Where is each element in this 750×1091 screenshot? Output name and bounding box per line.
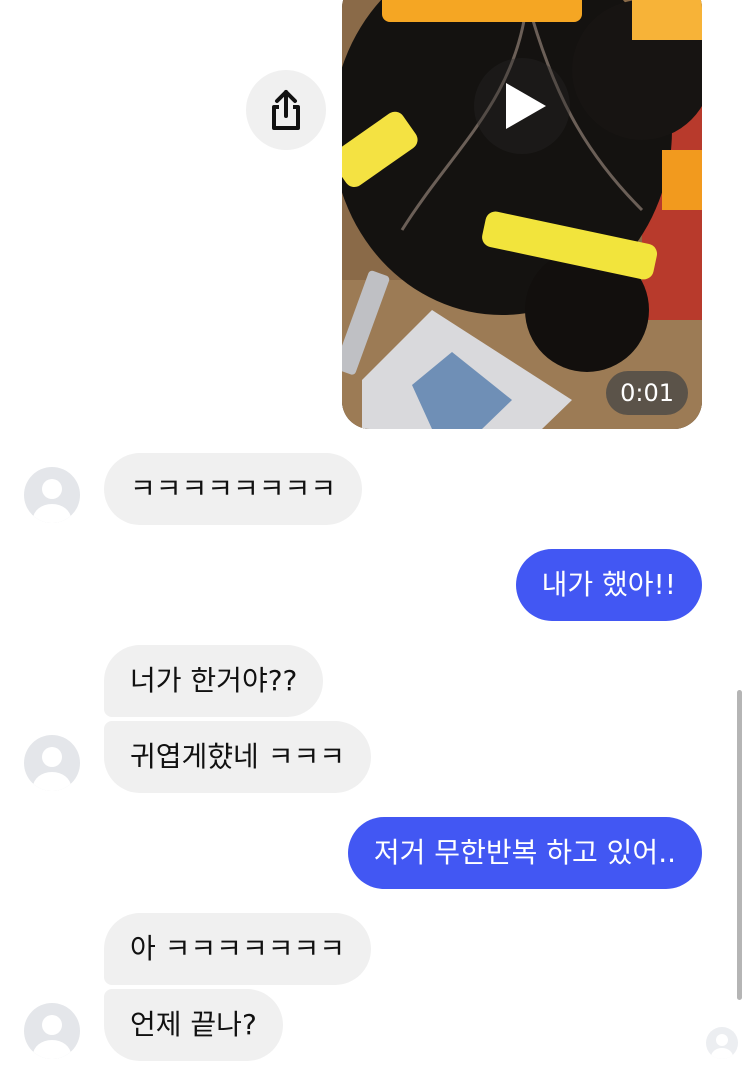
incoming-message[interactable]: 너가 한거야??: [104, 645, 324, 717]
video-message[interactable]: 0:01: [342, 0, 702, 429]
outgoing-message[interactable]: 내가 했아!!: [515, 549, 702, 621]
user-placeholder-icon: [33, 479, 71, 523]
contact-avatar[interactable]: [24, 1003, 80, 1059]
scrollbar[interactable]: [737, 690, 742, 1000]
share-icon: [272, 90, 300, 130]
read-receipt-avatar: [706, 1027, 738, 1059]
video-duration: 0:01: [606, 371, 688, 415]
user-placeholder-icon: [33, 1015, 71, 1059]
play-button[interactable]: [474, 58, 570, 154]
user-placeholder-icon: [711, 1034, 733, 1059]
incoming-message[interactable]: ㅋㅋㅋㅋㅋㅋㅋㅋ: [104, 453, 363, 525]
outgoing-message[interactable]: 저거 무한반복 하고 있어..: [347, 817, 702, 889]
play-icon: [506, 83, 546, 129]
user-placeholder-icon: [33, 747, 71, 791]
incoming-message[interactable]: 언제 끝나?: [104, 989, 283, 1061]
share-button[interactable]: [246, 70, 326, 150]
contact-avatar[interactable]: [24, 735, 80, 791]
incoming-message[interactable]: 아 ㅋㅋㅋㅋㅋㅋㅋ: [104, 913, 371, 985]
contact-avatar[interactable]: [24, 467, 80, 523]
incoming-message[interactable]: 귀엽게햤네 ㅋㅋㅋ: [104, 721, 371, 793]
